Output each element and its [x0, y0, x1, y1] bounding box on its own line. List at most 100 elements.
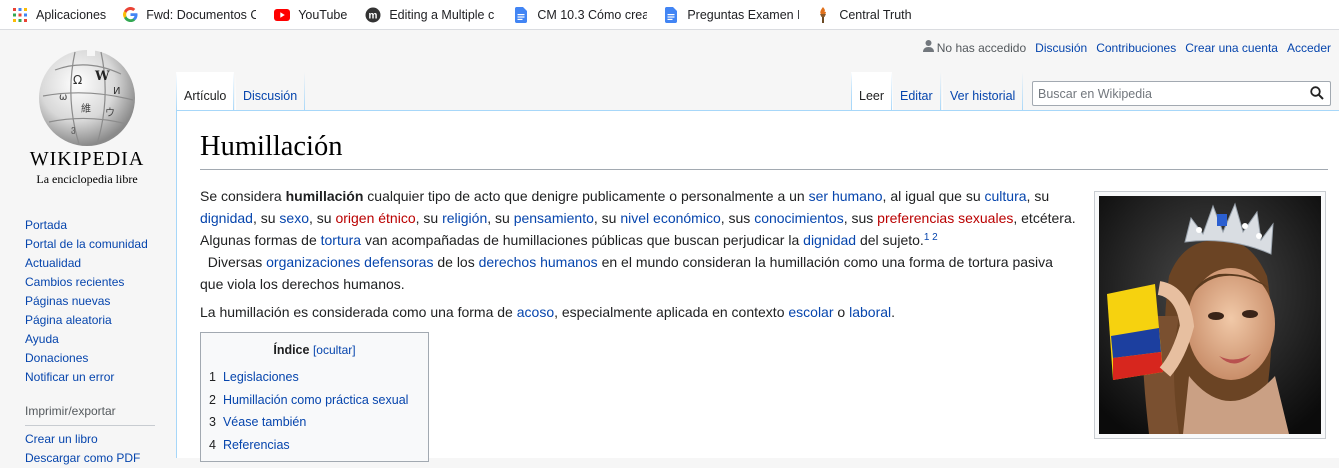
tab-editar[interactable]: Editar: [892, 72, 941, 111]
puzzle-globe-icon: Ω W И ω 維 ウ ვ: [35, 44, 139, 148]
text: , su: [1026, 188, 1050, 204]
search-icon[interactable]: [1310, 86, 1325, 101]
text: del sujeto.: [856, 232, 924, 248]
link-nivel-economico[interactable]: nivel económico: [620, 210, 720, 226]
link-acoso[interactable]: acoso: [517, 304, 554, 320]
text: , su: [487, 210, 514, 226]
sidebar-item-portada[interactable]: Portada: [25, 216, 155, 235]
wikipedia-logo[interactable]: Ω W И ω 維 ウ ვ WIKIPEDIA La enciclopedia …: [22, 44, 152, 187]
toc-item[interactable]: 4 Referencias: [209, 434, 428, 457]
toc-link[interactable]: Véase también: [223, 415, 306, 429]
contributions-link[interactable]: Contribuciones: [1096, 41, 1176, 55]
toc-item[interactable]: 2 Humillación como práctica sexual: [209, 389, 428, 412]
sidebar-item-paginas-nuevas[interactable]: Páginas nuevas: [25, 292, 155, 311]
text: , especialmente aplicada en contexto: [554, 304, 789, 320]
m-logo-icon: m: [365, 7, 381, 23]
link-origen-etnico[interactable]: origen étnico: [335, 210, 415, 226]
tab-ver-historial[interactable]: Ver historial: [942, 72, 1024, 111]
bookmark-fwd-documentos[interactable]: Fwd: Documentos Ce: [116, 2, 262, 28]
svg-text:m: m: [369, 10, 378, 21]
text: van acompañadas de humillaciones pública…: [361, 232, 804, 248]
user-talk-link[interactable]: Discusión: [1035, 41, 1087, 55]
bookmark-cm-10-3[interactable]: CM 10.3 Cómo crear: [507, 2, 653, 28]
bookmark-youtube[interactable]: YouTube: [268, 2, 353, 28]
title-divider: [200, 169, 1328, 170]
toc-item[interactable]: 3 Véase también: [209, 411, 428, 434]
link-conocimientos[interactable]: conocimientos: [754, 210, 844, 226]
link-laboral[interactable]: laboral: [849, 304, 891, 320]
link-religion[interactable]: religión: [442, 210, 487, 226]
apps-grid-icon: [12, 7, 28, 23]
sidebar-item-actualidad[interactable]: Actualidad: [25, 254, 155, 273]
bookmark-central-truth[interactable]: Central Truth: [809, 2, 917, 28]
article-body: Se considera humillación cualquier tipo …: [200, 185, 1080, 329]
svg-text:維: 維: [81, 102, 91, 115]
svg-text:ω: ω: [59, 92, 67, 103]
link-organizaciones-defensoras[interactable]: organizaciones defensoras: [266, 254, 433, 270]
bookmark-editing-multiple[interactable]: m Editing a Multiple cho: [359, 2, 501, 28]
user-icon: [922, 40, 934, 55]
link-preferencias-sexuales[interactable]: preferencias sexuales: [877, 210, 1013, 226]
tab-articulo[interactable]: Artículo: [176, 72, 235, 111]
sidebar-item-portal-comunidad[interactable]: Portal de la comunidad: [25, 235, 155, 254]
toc-link[interactable]: Referencias: [223, 438, 290, 452]
toc-link[interactable]: Humillación como práctica sexual: [223, 393, 409, 407]
link-derechos-humanos[interactable]: derechos humanos: [479, 254, 598, 270]
reference-1[interactable]: 1: [924, 232, 930, 243]
link-cultura[interactable]: cultura: [985, 188, 1027, 204]
personal-tools: No has accedido Discusión Contribuciones…: [922, 40, 1331, 55]
sidebar-item-crear-libro[interactable]: Crear un libro: [25, 430, 155, 449]
text: , su: [308, 210, 336, 226]
login-link[interactable]: Acceder: [1287, 41, 1331, 55]
text: de los: [433, 254, 479, 270]
table-of-contents: Índice [ocultar] 1 Legislaciones 2 Humilla…: [200, 332, 429, 462]
toc-number: 1: [209, 370, 216, 384]
text: , su: [415, 210, 443, 226]
link-dignidad[interactable]: dignidad: [200, 210, 253, 226]
text: , sus: [720, 210, 755, 226]
tab-label: Leer: [859, 89, 885, 103]
print-export-heading[interactable]: Imprimir/exportar: [25, 402, 155, 426]
search-input[interactable]: [1033, 82, 1303, 105]
text: Diversas: [200, 254, 267, 270]
sidebar-item-descargar-pdf[interactable]: Descargar como PDF: [25, 449, 155, 468]
reference-2[interactable]: 2: [932, 232, 938, 243]
link-sexo[interactable]: sexo: [279, 210, 309, 226]
google-docs-icon: [513, 6, 529, 23]
link-ser-humano[interactable]: ser humano: [809, 188, 883, 204]
link-escolar[interactable]: escolar: [788, 304, 833, 320]
text: , su: [252, 210, 280, 226]
text: , su: [593, 210, 621, 226]
link-tortura[interactable]: tortura: [321, 232, 361, 248]
bookmark-preguntas-examen[interactable]: Preguntas Examen PN: [657, 2, 805, 28]
bookmark-apps[interactable]: Aplicaciones: [6, 2, 112, 28]
text: o: [833, 304, 850, 320]
tab-discusion[interactable]: Discusión: [235, 72, 306, 111]
link-pensamiento[interactable]: pensamiento: [514, 210, 594, 226]
paragraph-1: Se considera humillación cualquier tipo …: [200, 185, 1080, 295]
article-content: Humillación Se considera humillación cua…: [176, 110, 1339, 462]
toc-item[interactable]: 1 Legislaciones: [209, 366, 428, 389]
bold-term: humillación: [285, 188, 364, 204]
google-g-icon: [122, 7, 138, 23]
toc-link[interactable]: Legislaciones: [223, 370, 299, 384]
bookmark-label: YouTube: [298, 7, 348, 22]
create-account-link[interactable]: Crear una cuenta: [1185, 41, 1278, 55]
sidebar-item-pagina-aleatoria[interactable]: Página aleatoria: [25, 311, 155, 330]
toc-toggle-link[interactable]: [ocultar]: [313, 343, 356, 357]
tab-leer[interactable]: Leer: [851, 72, 893, 111]
toc-title: Índice: [273, 343, 310, 357]
link-dignidad-2[interactable]: dignidad: [803, 232, 856, 248]
sidebar-item-cambios-recientes[interactable]: Cambios recientes: [25, 273, 155, 292]
tab-label: Editar: [900, 89, 933, 103]
paragraph-2: La humillación es considerada como una f…: [200, 301, 1080, 323]
sidebar-item-notificar-error[interactable]: Notificar un error: [25, 368, 155, 387]
sidebar-item-donaciones[interactable]: Donaciones: [25, 349, 155, 368]
toc-number: 2: [209, 392, 216, 407]
bookmark-label: Editing a Multiple cho: [389, 7, 495, 22]
tab-label: Artículo: [184, 89, 227, 103]
toc-number: 4: [209, 437, 216, 452]
portrait-image: [1099, 196, 1321, 434]
sidebar-item-ayuda[interactable]: Ayuda: [25, 330, 155, 349]
article-thumbnail[interactable]: [1094, 191, 1326, 439]
